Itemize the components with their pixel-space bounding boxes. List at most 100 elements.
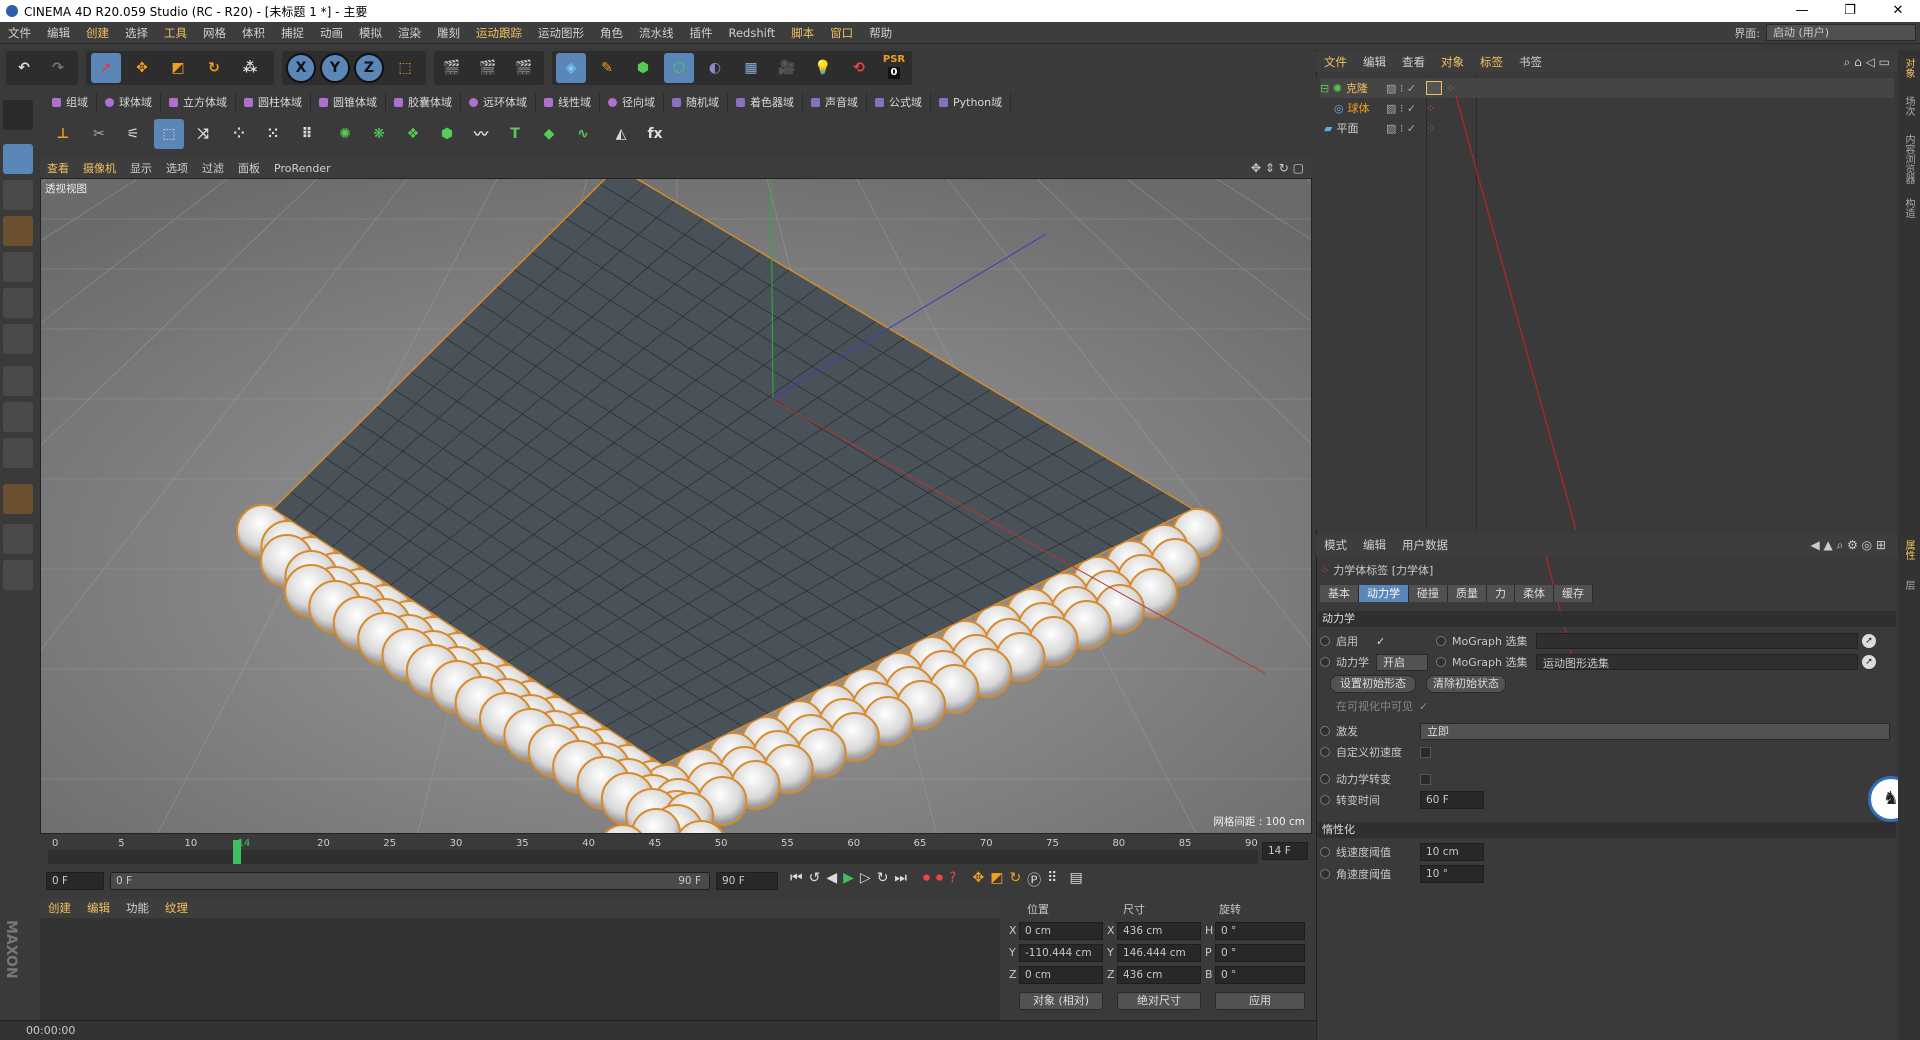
visible-in-viewport-checkbox[interactable]: ✓ bbox=[1419, 700, 1428, 713]
render-picture-viewer-icon[interactable]: 🎬 bbox=[473, 53, 503, 83]
field-python[interactable]: Python域 bbox=[931, 93, 1012, 111]
field-group[interactable]: 组域 bbox=[44, 93, 97, 111]
coord-position-field[interactable]: 0 cm bbox=[1019, 966, 1103, 984]
key-pla-icon[interactable]: ⠿ bbox=[1047, 870, 1057, 890]
vp-menu-display[interactable]: 显示 bbox=[123, 160, 159, 176]
timeline[interactable]: 0 5 10 14 20 25 30 35 40 45 50 55 60 65 70 75 80 85 90 14 … bbox=[40, 838, 1312, 868]
menu-simulate[interactable]: 模拟 bbox=[351, 25, 390, 41]
mat-menu-texture[interactable]: 纹理 bbox=[157, 900, 196, 916]
coord-size-field[interactable]: 436 cm bbox=[1117, 922, 1201, 940]
timeline-window-icon[interactable]: ▤ bbox=[1069, 870, 1082, 890]
snap-icon[interactable] bbox=[3, 484, 33, 514]
mograph-sel-field-2[interactable]: 运动图形选集 bbox=[1536, 654, 1858, 670]
next-frame-icon[interactable]: ▷ bbox=[860, 870, 871, 890]
polygons-edit-icon[interactable] bbox=[3, 324, 33, 354]
field-cube[interactable]: 立方体域 bbox=[161, 93, 236, 111]
obj-menu-bookmarks[interactable]: 书签 bbox=[1511, 54, 1550, 70]
obj-menu-objects[interactable]: 对象 bbox=[1433, 54, 1472, 70]
field-torus[interactable]: 远环体域 bbox=[461, 93, 536, 111]
workplane-lock-icon[interactable] bbox=[3, 524, 33, 554]
rect-select-icon[interactable]: ⬚ bbox=[154, 119, 184, 149]
viewport-nav-icons[interactable]: ✥ ⇕ ↻ ▢ bbox=[1251, 161, 1304, 175]
coordinate-system-icon[interactable]: ⬚ bbox=[390, 53, 420, 83]
field-shader[interactable]: 着色器域 bbox=[728, 93, 803, 111]
go-to-end-icon[interactable]: ⏭ bbox=[894, 870, 907, 890]
mograph-text-icon[interactable]: T bbox=[500, 119, 530, 149]
menu-render[interactable]: 渲染 bbox=[390, 25, 429, 41]
obj-menu-file[interactable]: 文件 bbox=[1316, 54, 1355, 70]
menu-select[interactable]: 选择 bbox=[117, 25, 156, 41]
loop-select-icon[interactable]: ⤨ bbox=[188, 119, 218, 149]
subdivision-icon[interactable]: ⬢ bbox=[628, 53, 658, 83]
vp-menu-panel[interactable]: 面板 bbox=[231, 160, 267, 176]
render-settings-icon[interactable]: 🎬 bbox=[509, 53, 539, 83]
attr-menu-userdata[interactable]: 用户数据 bbox=[1394, 537, 1456, 553]
mograph-spline-icon[interactable]: ∿ bbox=[568, 119, 598, 149]
side-tab-layers[interactable]: 层 bbox=[1901, 580, 1916, 590]
menu-edit[interactable]: 编辑 bbox=[39, 25, 78, 41]
linear-thresh-anim-dot[interactable] bbox=[1320, 847, 1330, 857]
dyn-transition-anim-dot[interactable] bbox=[1320, 774, 1330, 784]
live-select-icon[interactable]: ⚟ bbox=[118, 119, 148, 149]
render-view-icon[interactable]: 🎬 bbox=[437, 53, 467, 83]
coord-position-field[interactable]: 0 cm bbox=[1019, 922, 1103, 940]
workplane-grid-icon[interactable] bbox=[3, 560, 33, 590]
field-cone[interactable]: 圆锥体域 bbox=[311, 93, 386, 111]
next-key-icon[interactable]: ↻ bbox=[877, 870, 889, 890]
tab-cache[interactable]: 缓存 bbox=[1554, 585, 1593, 602]
field-capsule[interactable]: 胶囊体域 bbox=[386, 93, 461, 111]
menu-volume[interactable]: 体积 bbox=[234, 25, 273, 41]
vp-menu-view[interactable]: 查看 bbox=[40, 160, 76, 176]
key-scale-icon[interactable]: ◩ bbox=[990, 870, 1003, 890]
vp-menu-filter[interactable]: 过滤 bbox=[195, 160, 231, 176]
playhead[interactable] bbox=[233, 840, 241, 864]
field-sound[interactable]: 声音域 bbox=[803, 93, 867, 111]
end-frame-field[interactable]: 90 F bbox=[716, 872, 778, 890]
maximize-button[interactable]: ❐ bbox=[1828, 0, 1872, 22]
custom-velocity-checkbox[interactable] bbox=[1420, 746, 1431, 758]
menu-window[interactable]: 窗口 bbox=[822, 25, 861, 41]
pen-spline-icon[interactable]: ✎ bbox=[592, 53, 622, 83]
trigger-dropdown[interactable]: 立即 bbox=[1420, 722, 1890, 740]
coord-rotation-field[interactable]: 0 ° bbox=[1215, 944, 1305, 962]
enable-checkbox[interactable]: ✓ bbox=[1376, 635, 1385, 648]
dyn-transition-checkbox[interactable] bbox=[1420, 773, 1431, 785]
vp-menu-prorender[interactable]: ProRender bbox=[267, 162, 338, 175]
record-keys-icon[interactable]: ⏺ bbox=[923, 870, 930, 890]
workplane-icon[interactable] bbox=[3, 216, 33, 246]
mograph-tracer-icon[interactable]: 〰 bbox=[466, 119, 496, 149]
attr-nav-icons[interactable]: ◀ ▲ ⌕ ⚙ ◎ ⊞ bbox=[1810, 538, 1886, 553]
side-tab-takes[interactable]: 场次 bbox=[1901, 96, 1916, 116]
mograph-voronoi-icon[interactable]: ⬢ bbox=[432, 119, 462, 149]
field-radial[interactable]: 径向域 bbox=[600, 93, 664, 111]
trigger-anim-dot[interactable] bbox=[1320, 726, 1330, 736]
menu-motion-tracking[interactable]: 运动跟踪 bbox=[468, 25, 530, 41]
obj-menu-tags[interactable]: 标签 bbox=[1472, 54, 1511, 70]
polygons-mode-icon[interactable]: ⠿ bbox=[292, 119, 322, 149]
floor-icon[interactable]: ▦ bbox=[736, 53, 766, 83]
minimize-button[interactable]: — bbox=[1780, 0, 1824, 22]
angular-thresh-field[interactable]: 10 ° bbox=[1420, 865, 1484, 883]
pick-icon-2[interactable]: ➚ bbox=[1862, 655, 1876, 669]
edges-edit-icon[interactable] bbox=[3, 288, 33, 318]
mograph-sel2-anim-dot[interactable] bbox=[1436, 657, 1446, 667]
key-rotation-icon[interactable]: ↻ bbox=[1009, 870, 1021, 890]
mograph-cloner-icon[interactable]: ✺ bbox=[330, 119, 360, 149]
texture-mode-icon[interactable] bbox=[3, 180, 33, 210]
menu-tools[interactable]: 工具 bbox=[156, 25, 195, 41]
preview-range-slider[interactable]: 0 F 90 F bbox=[110, 872, 710, 890]
menu-animate[interactable]: 动画 bbox=[312, 25, 351, 41]
tab-collision[interactable]: 碰撞 bbox=[1409, 585, 1448, 602]
menu-help[interactable]: 帮助 bbox=[861, 25, 900, 41]
tab-basic[interactable]: 基本 bbox=[1320, 585, 1359, 602]
tab-dynamics[interactable]: 动力学 bbox=[1359, 585, 1409, 602]
field-cylinder[interactable]: 圆柱体域 bbox=[236, 93, 311, 111]
psr-display[interactable]: PSR 0 bbox=[878, 52, 910, 82]
mograph-sel-field-1[interactable] bbox=[1536, 633, 1858, 649]
mograph-sel-anim-dot[interactable] bbox=[1436, 636, 1446, 646]
rotate-tool-icon[interactable]: ↻ bbox=[199, 53, 229, 83]
interface-dropdown[interactable]: 启动 (用户) bbox=[1766, 24, 1916, 41]
menu-script[interactable]: 脚本 bbox=[783, 25, 822, 41]
current-frame-field[interactable]: 14 F bbox=[1262, 842, 1308, 860]
psr-reset-icon[interactable]: ⟲ bbox=[844, 53, 874, 83]
